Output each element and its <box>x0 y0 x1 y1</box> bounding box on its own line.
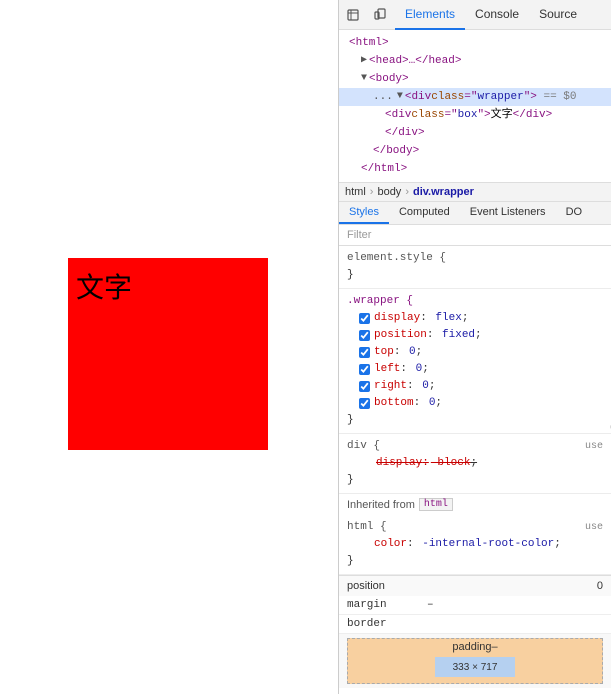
red-box-text: 文字 <box>76 266 132 306</box>
css-prop-position: position: fixed; <box>347 327 603 344</box>
box-model-visual: padding– 333 × 717 <box>339 634 611 688</box>
tree-head[interactable]: ▶ <head>…</head> <box>339 52 611 70</box>
css-selector-div: div { <box>347 438 380 455</box>
webpage-preview: 文字 <box>0 0 338 694</box>
breadcrumb-body[interactable]: body <box>377 186 401 198</box>
breadcrumb-html[interactable]: html <box>345 186 366 198</box>
cursor-tool-icon[interactable] <box>339 0 367 30</box>
breadcrumb-wrapper[interactable]: div.wrapper <box>413 186 474 198</box>
devtools-top-tabs: Elements Console Source <box>339 0 611 30</box>
devtools-panel: Elements Console Source <html> ▶ <head>…… <box>338 0 611 694</box>
tree-body[interactable]: ▼ <body> <box>339 70 611 88</box>
css-checkbox-left[interactable] <box>359 364 370 375</box>
css-prop-display-div: display: block; <box>347 455 603 472</box>
box-model-header: position 0 <box>339 576 611 596</box>
box-model-margin-row: margin – <box>339 596 611 615</box>
tab-console[interactable]: Console <box>465 0 529 30</box>
css-checkbox-position[interactable] <box>359 330 370 341</box>
css-checkbox-top[interactable] <box>359 347 370 358</box>
tab-dom[interactable]: DO <box>556 202 593 224</box>
tab-event-listeners[interactable]: Event Listeners <box>460 202 556 224</box>
tab-elements[interactable]: Elements <box>395 0 465 30</box>
css-selector: element.style { <box>347 250 603 267</box>
filter-bar: Filter <box>339 225 611 246</box>
styles-content: Filter element.style { } .wrapper { disp… <box>339 225 611 694</box>
css-prop-right: right: 0; <box>347 378 603 395</box>
tree-html[interactable]: <html> <box>339 34 611 52</box>
box-model-border-row: border <box>339 615 611 634</box>
red-box-element: 文字 <box>68 258 268 450</box>
tab-computed[interactable]: Computed <box>389 202 460 224</box>
css-checkbox-bottom[interactable] <box>359 398 370 409</box>
tree-box-div[interactable]: <div class="box">文字</div> <box>339 106 611 124</box>
css-checkbox-display[interactable] <box>359 313 370 324</box>
css-prop-display: display: flex; <box>347 310 603 327</box>
css-prop-bottom: bottom: 0; <box>347 395 603 412</box>
css-rule-html: html { use color: -internal-root-color; … <box>339 515 611 575</box>
tree-html-close[interactable]: </html> <box>339 160 611 178</box>
html-tree: <html> ▶ <head>…</head> ▼ <body> ... ▼ <… <box>339 30 611 182</box>
device-tool-icon[interactable] <box>367 0 395 30</box>
css-selector-wrapper: .wrapper { <box>347 293 603 310</box>
tree-body-close[interactable]: </body> <box>339 142 611 160</box>
tree-wrapper-close[interactable]: </div> <box>339 124 611 142</box>
css-close-div: } <box>347 472 603 489</box>
css-selector-html: html { <box>347 519 387 536</box>
css-close-wrapper: } ↖ <box>347 412 603 429</box>
css-prop-color: color: -internal-root-color; <box>347 536 603 553</box>
css-prop-top: top: 0; <box>347 344 603 361</box>
css-prop-left: left: 0; <box>347 361 603 378</box>
tab-styles[interactable]: Styles <box>339 202 389 224</box>
tab-source[interactable]: Source <box>529 0 587 30</box>
css-rule-wrapper: .wrapper { display: flex; position: fixe… <box>339 289 611 434</box>
sub-tabs: Styles Computed Event Listeners DO <box>339 202 611 225</box>
css-close: } <box>347 267 603 284</box>
inherited-from-header: Inherited from html <box>339 494 611 515</box>
css-checkbox-right[interactable] <box>359 381 370 392</box>
css-rule-div: div { use display: block; } <box>339 434 611 494</box>
tree-wrapper-div[interactable]: ... ▼ <div class="wrapper"> == $0 <box>339 88 611 106</box>
inherited-tag: html <box>419 498 453 511</box>
box-model-section: position 0 margin – border padding– 333 … <box>339 575 611 688</box>
css-close-html: } <box>347 553 603 570</box>
css-rule-element-style: element.style { } <box>339 246 611 289</box>
breadcrumb: html › body › div.wrapper <box>339 182 611 202</box>
